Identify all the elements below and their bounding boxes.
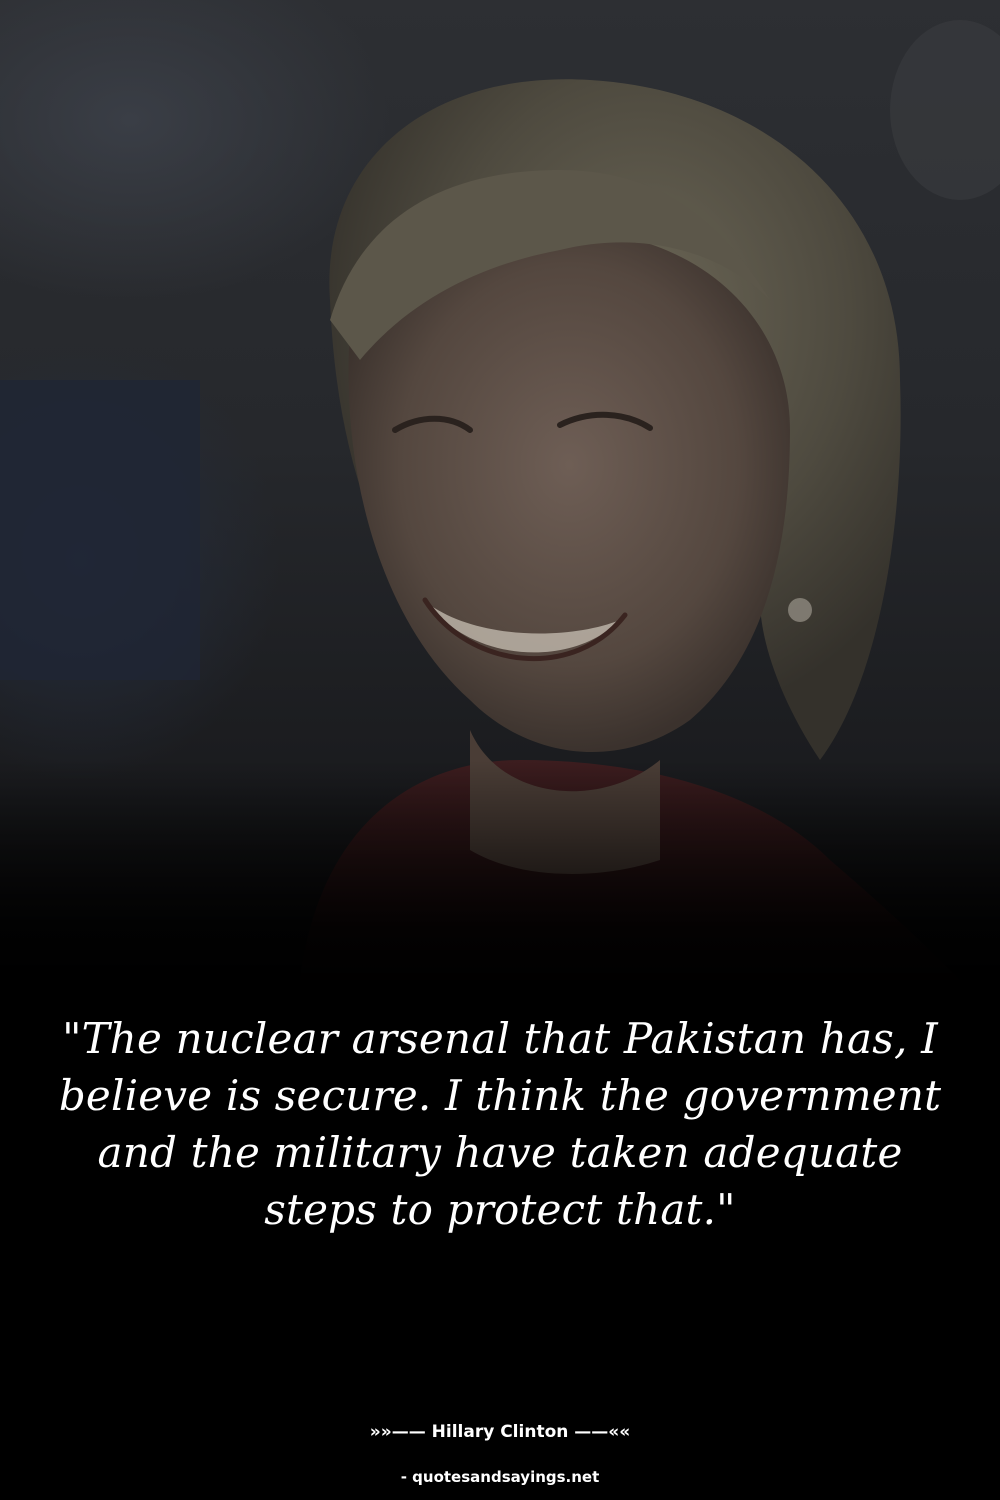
source-credit: - quotesandsayings.net — [400, 1468, 600, 1486]
quote-text: "The nuclear arsenal that Pakistan has, … — [58, 1014, 942, 1234]
bottom-fade-overlay — [0, 760, 1000, 1000]
author-attribution: »»—— Hillary Clinton ——«« — [0, 1420, 1000, 1444]
author-name: Hillary Clinton — [431, 1422, 569, 1442]
author-prefix-ornament: »»—— — [369, 1422, 426, 1442]
author-suffix-ornament: ——«« — [574, 1422, 631, 1442]
